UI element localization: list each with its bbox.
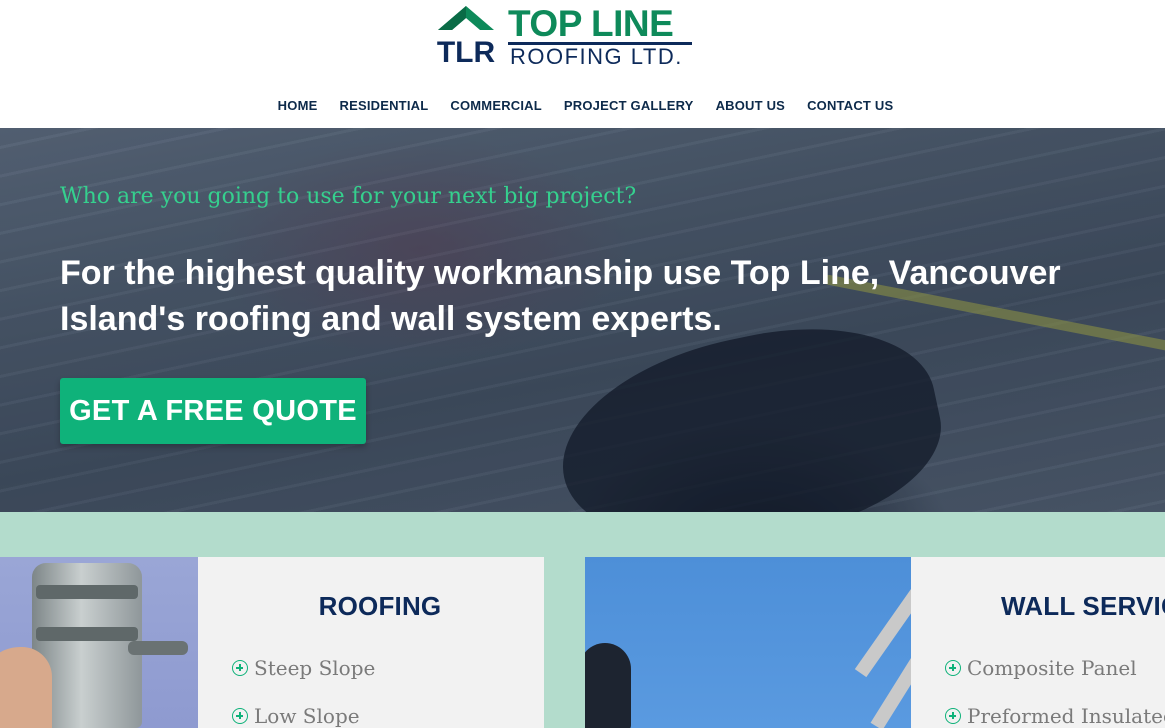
logo-mark-letters: TLR	[437, 36, 496, 68]
site-header: TLR TOP LINE ROOFING LTD. HOME RESIDENTI…	[0, 0, 1165, 128]
service-item-label: Low Slope	[254, 704, 360, 728]
service-item[interactable]: Low Slope	[232, 703, 360, 728]
service-item[interactable]: Composite Panel	[945, 655, 1137, 681]
service-item-label: Composite Panel	[967, 656, 1137, 680]
steel-beam-image	[854, 570, 911, 678]
nav-item-home[interactable]: HOME	[278, 96, 318, 118]
roofing-card: ROOFING Steep Slope Low Slope	[198, 557, 544, 728]
get-free-quote-button[interactable]: GET A FREE QUOTE	[60, 378, 366, 444]
nail-gun-grip	[128, 641, 188, 655]
nav-item-about-us[interactable]: ABOUT US	[716, 96, 786, 118]
service-item[interactable]: Preformed Insulated Panel	[945, 703, 1165, 728]
plus-circle-icon	[232, 708, 248, 724]
nail-gun-ring	[36, 585, 138, 599]
site-logo[interactable]: TLR TOP LINE ROOFING LTD.	[434, 4, 696, 72]
nav-item-contact-us[interactable]: CONTACT US	[807, 96, 893, 118]
service-item-label: Steep Slope	[254, 656, 376, 680]
nav-item-residential[interactable]: RESIDENTIAL	[339, 96, 428, 118]
plus-circle-icon	[945, 660, 961, 676]
logo-name-line1: TOP LINE	[508, 3, 674, 44]
nav-item-project-gallery[interactable]: PROJECT GALLERY	[564, 96, 694, 118]
plus-circle-icon	[945, 708, 961, 724]
hand-image	[0, 647, 52, 728]
roofing-title[interactable]: ROOFING	[198, 591, 562, 621]
nav-item-commercial[interactable]: COMMERCIAL	[450, 96, 542, 118]
hero-section: Who are you going to use for your next b…	[0, 128, 1165, 512]
main-nav: HOME RESIDENTIAL COMMERCIAL PROJECT GALL…	[0, 96, 1165, 118]
services-section: ROOFING Steep Slope Low Slope WALL SERVI…	[0, 512, 1165, 728]
hero-headline: For the highest quality workmanship use …	[60, 254, 1061, 338]
service-item-label: Preformed Insulated Panel	[967, 704, 1165, 728]
service-item[interactable]: Steep Slope	[232, 655, 375, 681]
logo-mark-icon: TLR	[437, 6, 496, 68]
hero-kicker: Who are you going to use for your next b…	[60, 184, 637, 209]
wall-services-photo	[585, 557, 911, 728]
roofing-photo	[0, 557, 198, 728]
nail-gun-ring	[36, 627, 138, 641]
logo-name-line2: ROOFING LTD.	[510, 44, 683, 69]
wall-services-title[interactable]: WALL SERVICES	[1001, 591, 1165, 621]
wall-services-card: WALL SERVICES Composite Panel Preformed …	[911, 557, 1165, 728]
plus-circle-icon	[232, 660, 248, 676]
worker-image	[585, 643, 631, 728]
